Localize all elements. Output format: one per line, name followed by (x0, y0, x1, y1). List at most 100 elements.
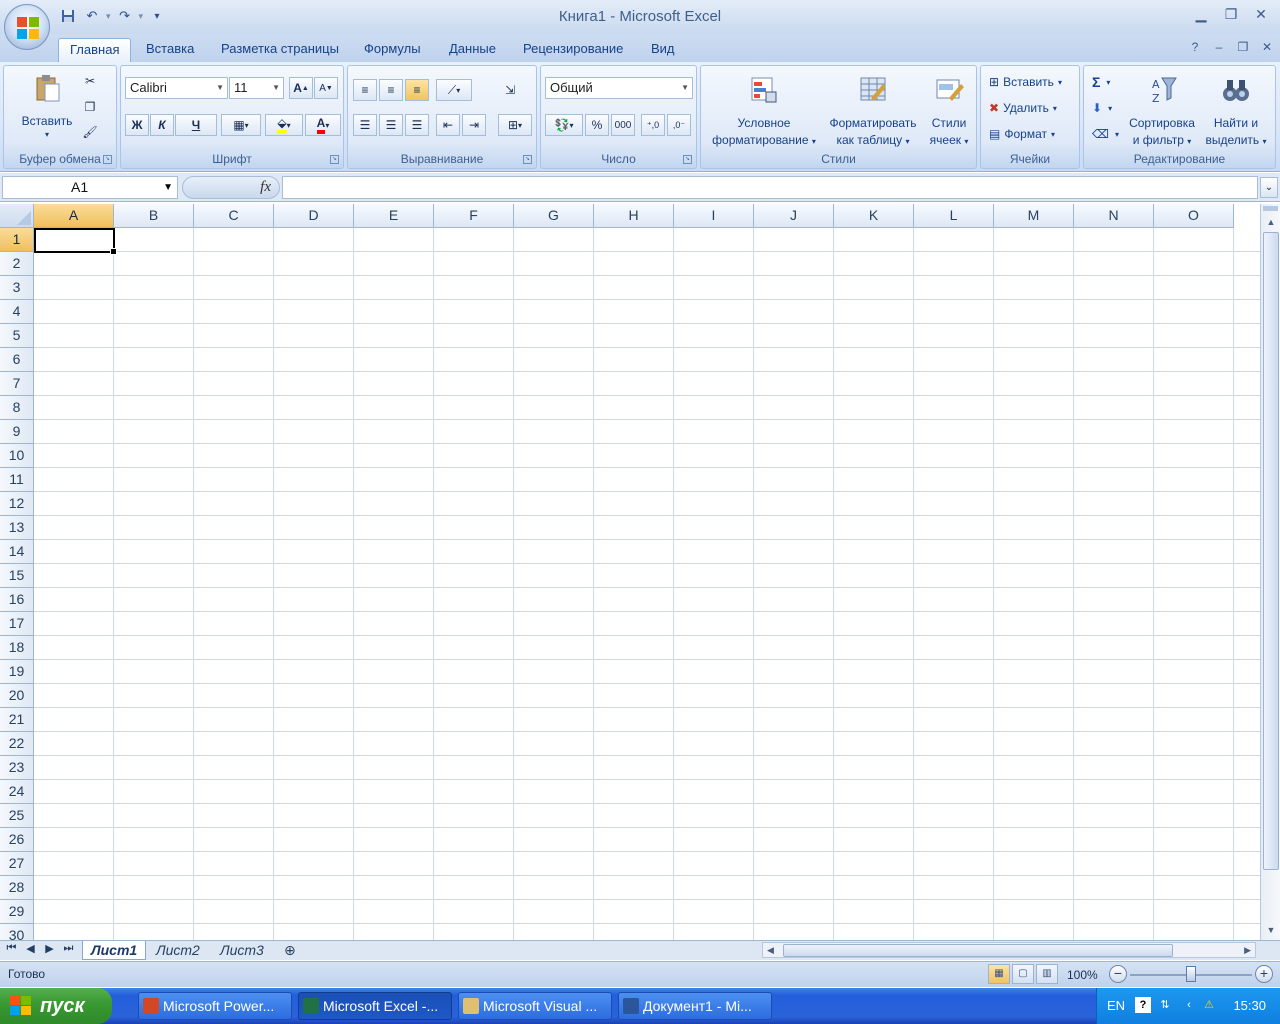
row-header[interactable]: 29 (0, 900, 34, 924)
copy-icon[interactable]: ❐ (78, 96, 102, 118)
horizontal-scrollbar[interactable]: ◀ ▶ (762, 942, 1256, 958)
scroll-right-icon[interactable]: ▶ (1244, 943, 1251, 957)
fill-color-button[interactable]: ⬙ ▾ (265, 114, 303, 136)
format-cells-button[interactable]: ▤ Формат ▾ (989, 123, 1055, 145)
page-break-view-icon[interactable]: ▥ (1036, 964, 1058, 984)
close-icon[interactable]: ✕ (1248, 4, 1274, 24)
row-header[interactable]: 4 (0, 300, 34, 324)
borders-button[interactable]: ▦ ▾ (221, 114, 261, 136)
fill-button[interactable]: ⬇ ▾ (1092, 97, 1112, 119)
tab-formulas[interactable]: Формулы (353, 38, 432, 62)
zoom-in-icon[interactable]: + (1255, 965, 1273, 983)
taskbar-item-powerpoint[interactable]: Microsoft Power... (138, 992, 292, 1020)
alignment-launcher-icon[interactable]: ↘ (523, 155, 532, 164)
row-header[interactable]: 1 (0, 228, 34, 252)
clipboard-launcher-icon[interactable]: ↘ (103, 155, 112, 164)
align-top-icon[interactable]: ≡ (353, 79, 377, 101)
increase-indent-icon[interactable]: ⇥ (462, 114, 486, 136)
row-header[interactable]: 11 (0, 468, 34, 492)
column-header[interactable]: I (674, 204, 754, 228)
workbook-restore-icon[interactable]: ❐ (1234, 40, 1252, 54)
show-hidden-icons-icon[interactable]: ‹ (1181, 997, 1197, 1013)
cell-styles-button[interactable]: Стили ячеек ▾ (923, 74, 975, 150)
minimize-icon[interactable]: ▁ (1188, 4, 1214, 24)
merge-center-button[interactable]: ⊞ ▾ (498, 114, 532, 136)
horizontal-scroll-thumb[interactable] (783, 944, 1173, 957)
row-header[interactable]: 22 (0, 732, 34, 756)
font-name-dropdown[interactable]: Calibri ▼ (125, 77, 228, 99)
restore-icon[interactable]: ❐ (1218, 4, 1244, 24)
row-header[interactable]: 16 (0, 588, 34, 612)
clear-button[interactable]: ⌫ ▾ (1092, 123, 1119, 145)
tab-home[interactable]: Главная (58, 38, 132, 62)
cell-area[interactable] (34, 228, 1260, 940)
wrap-text-icon[interactable]: ⇲ (498, 79, 522, 101)
column-header[interactable]: E (354, 204, 434, 228)
row-header[interactable]: 30 (0, 924, 34, 940)
underline-button[interactable]: Ч (175, 114, 217, 136)
start-button[interactable]: пуск (0, 988, 112, 1024)
prev-sheet-icon[interactable]: ◀ (23, 942, 38, 955)
orientation-button[interactable]: ⟋ ▾ (436, 79, 472, 101)
name-box[interactable]: A1 ▼ (2, 176, 178, 199)
tab-insert[interactable]: Вставка (135, 38, 205, 62)
page-layout-view-icon[interactable]: ▢ (1012, 964, 1034, 984)
row-header[interactable]: 13 (0, 516, 34, 540)
column-header[interactable]: M (994, 204, 1074, 228)
help-icon[interactable]: ? (1186, 40, 1204, 54)
paste-button[interactable]: Вставить ▾ (12, 72, 82, 140)
row-header[interactable]: 14 (0, 540, 34, 564)
next-sheet-icon[interactable]: ▶ (42, 942, 57, 955)
row-header[interactable]: 15 (0, 564, 34, 588)
format-painter-icon[interactable]: 🖌 (78, 121, 102, 143)
zoom-level[interactable]: 100% (1067, 968, 1098, 982)
select-all-button[interactable] (0, 204, 34, 228)
insert-sheet-icon[interactable]: ⊕ (276, 941, 304, 960)
first-sheet-icon[interactable]: ⏮ (4, 942, 19, 955)
row-header[interactable]: 2 (0, 252, 34, 276)
expand-formula-bar-icon[interactable]: ⌄ (1260, 177, 1278, 198)
row-header[interactable]: 18 (0, 636, 34, 660)
vertical-scroll-thumb[interactable] (1263, 232, 1279, 870)
tab-data[interactable]: Данные (438, 38, 507, 62)
last-sheet-icon[interactable]: ⏭ (61, 942, 76, 955)
delete-cells-button[interactable]: ✖ Удалить ▾ (989, 97, 1057, 119)
bold-button[interactable]: Ж (125, 114, 149, 136)
shrink-font-button[interactable]: A ▼ (314, 77, 338, 99)
normal-view-icon[interactable]: ▦ (988, 964, 1010, 984)
insert-function-icon[interactable]: fx (260, 179, 271, 196)
increase-decimal-icon[interactable]: ⁺,0 (641, 114, 665, 136)
row-header[interactable]: 24 (0, 780, 34, 804)
italic-button[interactable]: К (150, 114, 174, 136)
taskbar-item-word[interactable]: Документ1 - Mi... (618, 992, 772, 1020)
format-as-table-button[interactable]: Форматировать как таблицу ▾ (821, 74, 925, 150)
align-left-icon[interactable]: ☰ (353, 114, 377, 136)
autosum-button[interactable]: Σ ▾ (1092, 71, 1110, 93)
row-header[interactable]: 5 (0, 324, 34, 348)
decrease-indent-icon[interactable]: ⇤ (436, 114, 460, 136)
find-select-button[interactable]: Найти и выделить ▾ (1200, 74, 1272, 150)
help-tray-icon[interactable]: ? (1135, 997, 1151, 1013)
row-header[interactable]: 6 (0, 348, 34, 372)
align-middle-icon[interactable]: ≡ (379, 79, 403, 101)
taskbar-item-excel[interactable]: Microsoft Excel -... (298, 992, 452, 1020)
column-header[interactable]: O (1154, 204, 1234, 228)
row-header[interactable]: 21 (0, 708, 34, 732)
network-tray-icon[interactable]: ⇅ (1157, 997, 1173, 1013)
column-header[interactable]: C (194, 204, 274, 228)
column-header[interactable]: J (754, 204, 834, 228)
row-header[interactable]: 10 (0, 444, 34, 468)
sheet-tab-1[interactable]: Лист1 (82, 941, 147, 960)
workbook-close-icon[interactable]: ✕ (1258, 40, 1276, 54)
row-header[interactable]: 8 (0, 396, 34, 420)
column-header[interactable]: B (114, 204, 194, 228)
zoom-slider-thumb[interactable] (1186, 966, 1196, 982)
percent-button[interactable]: % (585, 114, 609, 136)
active-cell[interactable] (34, 228, 117, 255)
align-bottom-icon[interactable]: ≡ (405, 79, 429, 101)
sheet-tab-2[interactable]: Лист2 (148, 941, 208, 960)
font-color-button[interactable]: А ▾ (305, 114, 341, 136)
row-header[interactable]: 25 (0, 804, 34, 828)
column-header[interactable]: F (434, 204, 514, 228)
split-handle[interactable] (1263, 206, 1278, 211)
